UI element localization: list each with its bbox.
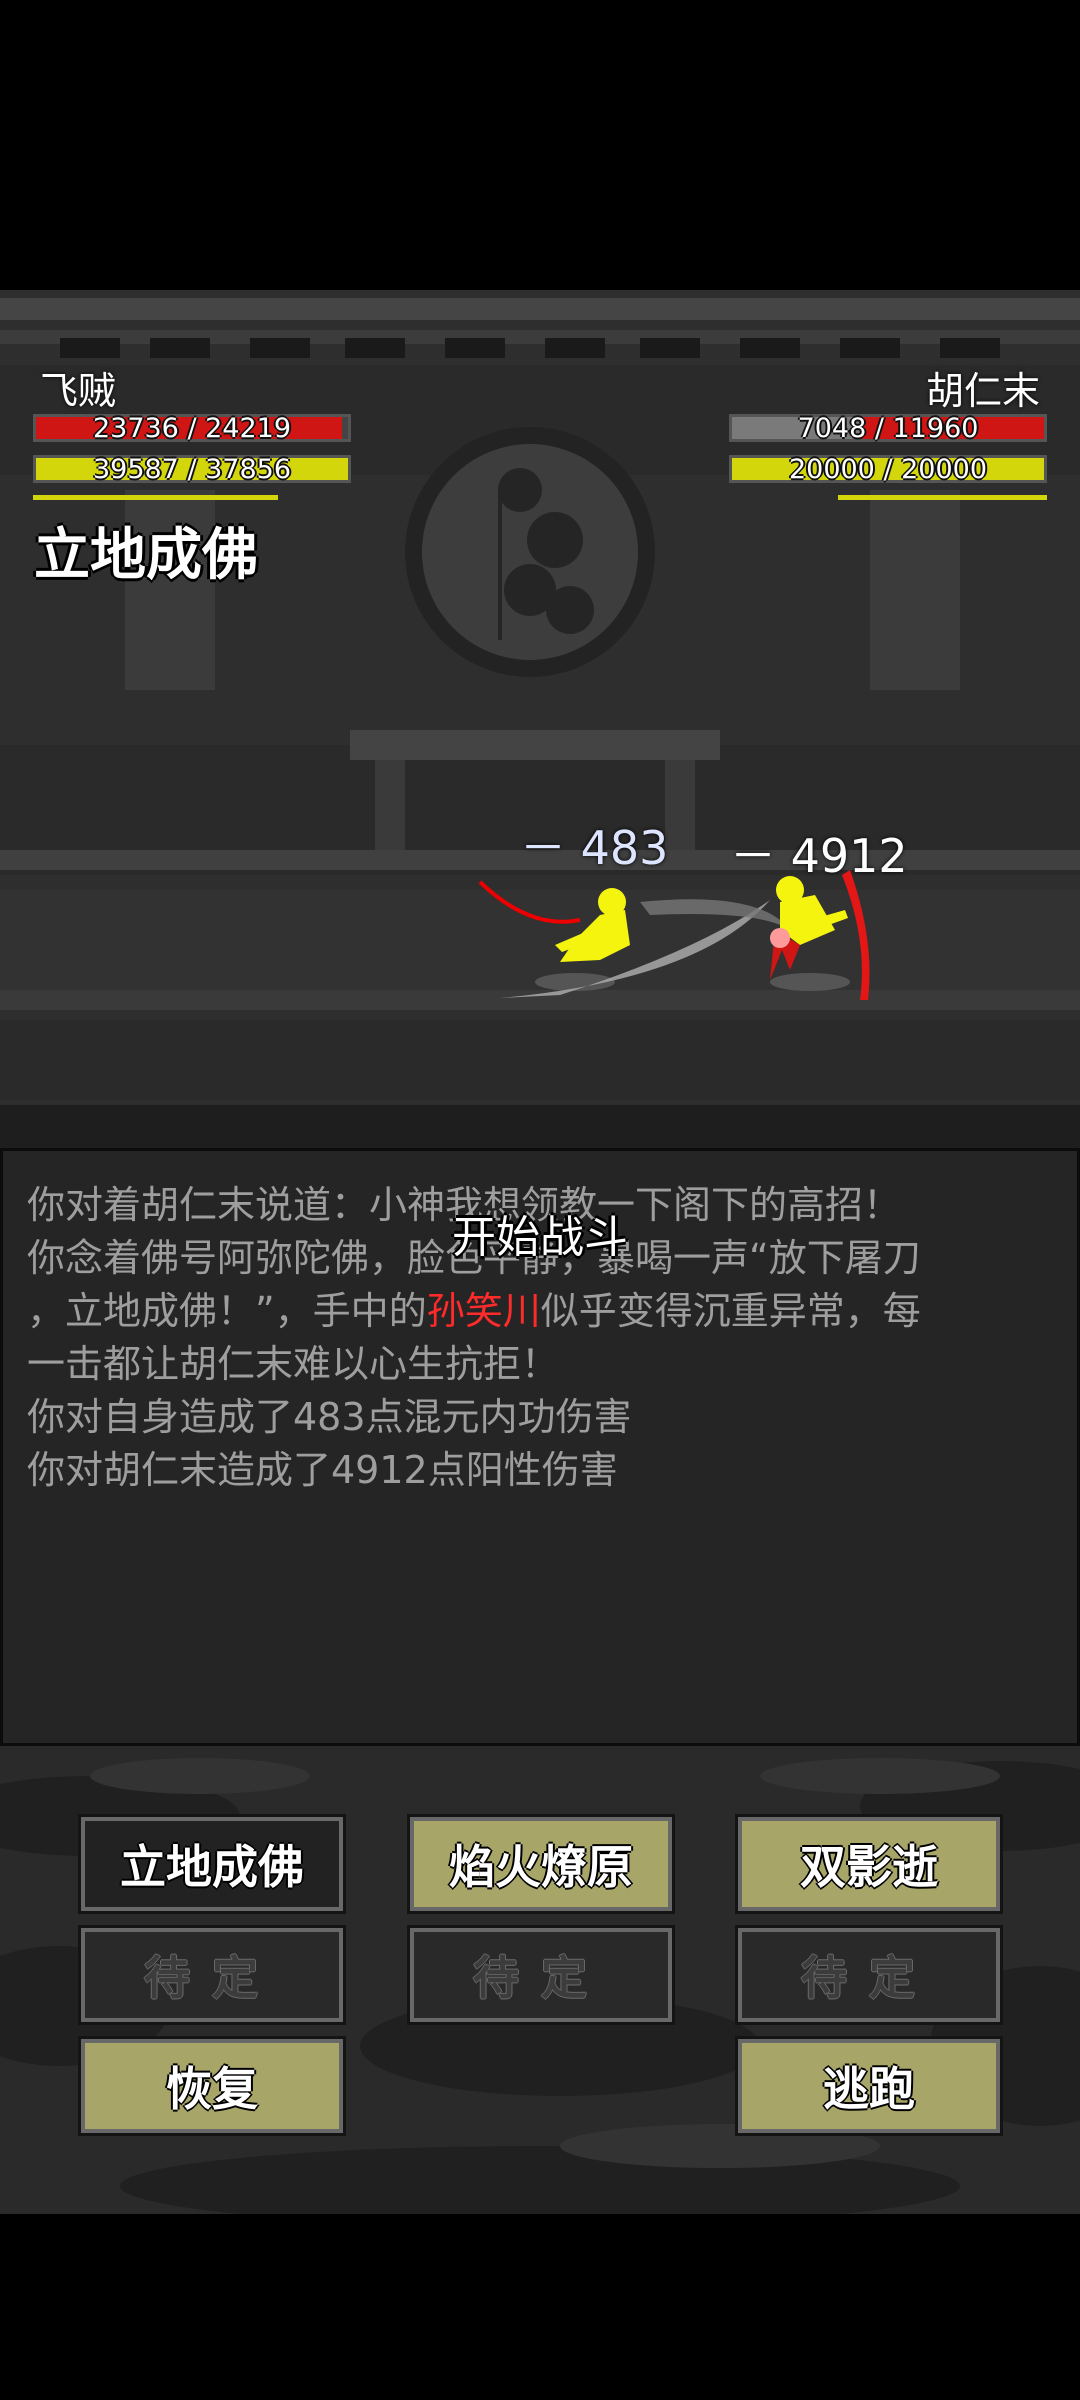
log-line-6: 你对胡仁末造成了4912点阳性伤害	[27, 1448, 618, 1492]
flee-button[interactable]: 逃跑	[735, 2036, 1003, 2136]
pending-slot-2[interactable]: 待定	[407, 1925, 675, 2025]
log-line-3-pre: ，立地成佛！”，手中的	[27, 1289, 427, 1333]
recover-button[interactable]: 恢复	[78, 2036, 346, 2136]
player-fighter	[555, 888, 630, 962]
log-line-3: ，立地成佛！”，手中的孙笑川似乎变得沉重异常，每	[27, 1285, 921, 1338]
battle-start-banner: 开始战斗	[452, 1212, 628, 1263]
top-black-area	[0, 0, 1080, 290]
bottom-black-area	[0, 2214, 1080, 2400]
log-line-3-post: 似乎变得沉重异常，每	[540, 1289, 921, 1333]
weapon-name-highlight: 孙笑川	[426, 1289, 541, 1333]
log-line-4: 一击都让胡仁末难以心生抗拒！	[27, 1342, 560, 1386]
log-line-5: 你对自身造成了483点混元内功伤害	[27, 1395, 632, 1439]
skill-button-3[interactable]: 双影逝	[735, 1814, 1003, 1914]
skill-button-2[interactable]: 焰火燎原	[407, 1814, 675, 1914]
fighters-graphic	[478, 870, 870, 1000]
pending-slot-3[interactable]: 待定	[735, 1925, 1003, 2025]
battle-log-panel: 你对着胡仁末说道：小神我想领教一下阁下的高招！ 你念着佛号阿弥陀佛，脸色平静，暴…	[0, 1148, 1080, 1746]
pending-slot-1[interactable]: 待定	[78, 1925, 346, 2025]
action-area: 立地成佛 焰火燎原 双影逝 待定 待定 待定 恢复 逃跑	[0, 1746, 1080, 2214]
skill-button-1[interactable]: 立地成佛	[78, 1814, 346, 1914]
battle-scene: 飞贼 23736 / 24219 39587 / 37856 立地成佛 胡仁末 …	[0, 290, 1080, 1148]
